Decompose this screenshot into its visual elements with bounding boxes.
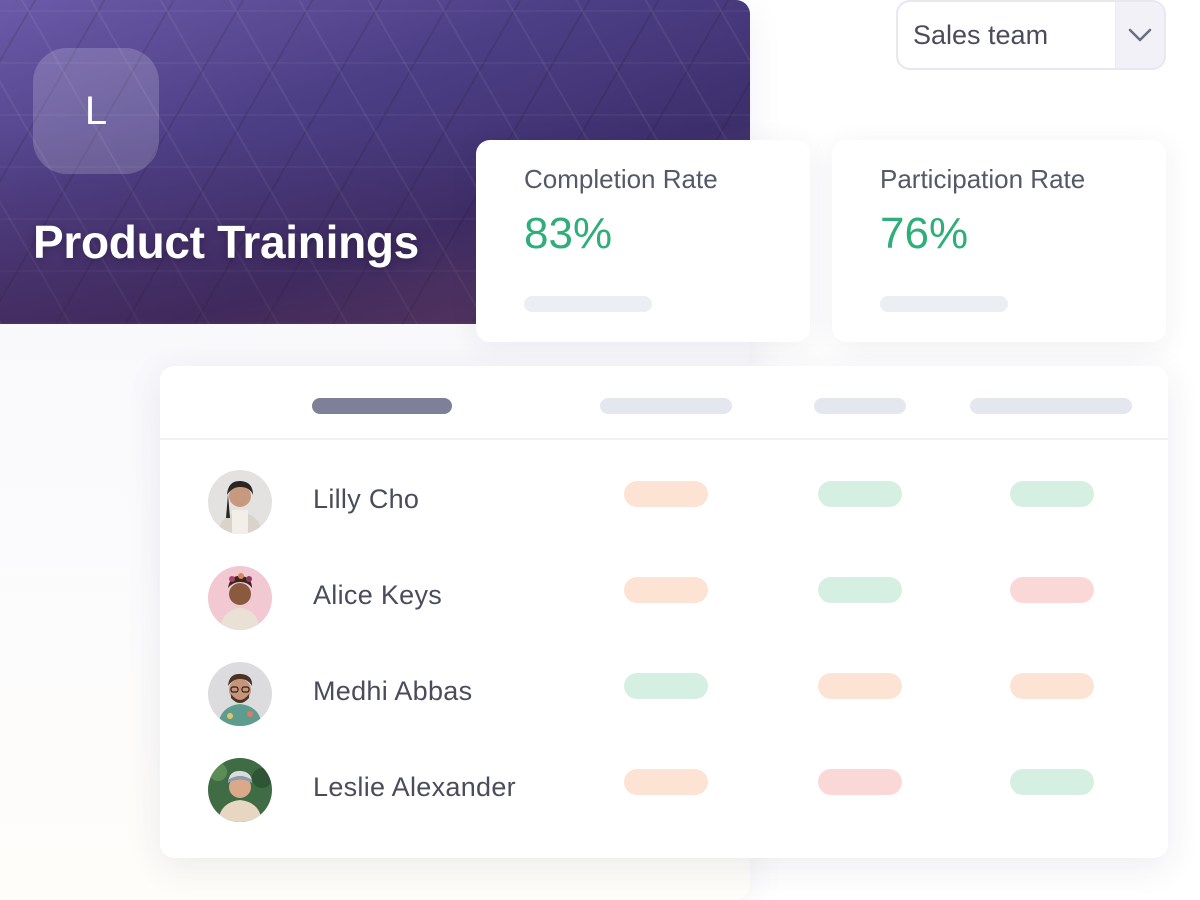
status-pill bbox=[818, 673, 902, 699]
team-select-value: Sales team bbox=[913, 19, 1049, 50]
course-logo-letter: L bbox=[84, 88, 108, 133]
trainee-table: Lilly Cho Alice Keys Medhi Abbas Leslie … bbox=[160, 366, 1168, 858]
avatar-lilly-cho-icon bbox=[208, 470, 272, 534]
participation-rate-value: 76% bbox=[880, 209, 969, 258]
status-pill bbox=[624, 481, 708, 507]
status-pill bbox=[1010, 577, 1094, 603]
completion-rate-value: 83% bbox=[524, 209, 613, 258]
course-logo: L bbox=[33, 48, 159, 174]
status-pill bbox=[818, 577, 902, 603]
team-select[interactable]: Sales team bbox=[896, 0, 1166, 70]
team-select-toggle[interactable] bbox=[1115, 2, 1164, 68]
status-pill bbox=[624, 673, 708, 699]
status-pill bbox=[1010, 769, 1094, 795]
avatar-leslie-alexander-icon bbox=[208, 758, 272, 822]
avatar bbox=[208, 758, 272, 822]
table-row[interactable]: Lilly Cho bbox=[160, 470, 1168, 566]
column-header-2 bbox=[814, 398, 906, 414]
trainee-name: Medhi Abbas bbox=[313, 676, 473, 706]
table-header bbox=[160, 366, 1168, 440]
avatar bbox=[208, 566, 272, 630]
status-pill bbox=[624, 577, 708, 603]
completion-rate-card: Completion Rate 83% bbox=[476, 140, 810, 342]
avatar bbox=[208, 662, 272, 726]
avatar-medhi-abbas-icon bbox=[208, 662, 272, 726]
table-row[interactable]: Leslie Alexander bbox=[160, 758, 1168, 854]
completion-rate-placeholder-bar bbox=[524, 296, 652, 312]
table-row[interactable]: Alice Keys bbox=[160, 566, 1168, 662]
chevron-down-icon bbox=[1128, 28, 1152, 42]
table-row[interactable]: Medhi Abbas bbox=[160, 662, 1168, 758]
trainee-name: Alice Keys bbox=[313, 580, 443, 610]
status-pill bbox=[624, 769, 708, 795]
trainee-name: Lilly Cho bbox=[313, 484, 420, 514]
avatar-alice-keys-icon bbox=[208, 566, 272, 630]
participation-rate-placeholder-bar bbox=[880, 296, 1008, 312]
status-pill bbox=[1010, 673, 1094, 699]
participation-rate-card: Participation Rate 76% bbox=[832, 140, 1166, 342]
status-pill bbox=[818, 481, 902, 507]
participation-rate-label: Participation Rate bbox=[880, 164, 1086, 194]
avatar bbox=[208, 470, 272, 534]
column-header-3 bbox=[970, 398, 1132, 414]
column-header-1 bbox=[600, 398, 732, 414]
trainee-name: Leslie Alexander bbox=[313, 772, 516, 802]
status-pill bbox=[1010, 481, 1094, 507]
completion-rate-label: Completion Rate bbox=[524, 164, 718, 194]
page-title: Product Trainings bbox=[33, 216, 419, 268]
status-pill bbox=[818, 769, 902, 795]
column-header-name bbox=[312, 398, 452, 414]
